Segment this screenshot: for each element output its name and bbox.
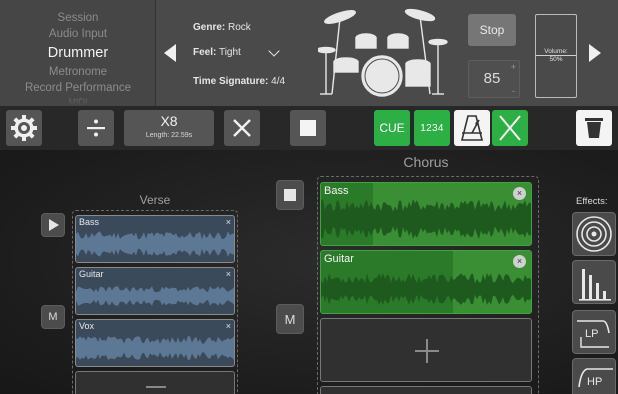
verse-clip-vox-close-icon[interactable]: × (226, 321, 231, 331)
menu-item-metronome[interactable]: Metronome (0, 66, 155, 78)
volume-value: 50% (549, 56, 563, 63)
menu-item-session[interactable]: Session (0, 12, 155, 24)
menu-item-midi[interactable]: MIDI (0, 97, 155, 106)
volume-readout: Volume: 50% (536, 48, 576, 64)
verse-clip-guitar[interactable]: Guitar × (75, 267, 235, 315)
tempo-decrease[interactable]: - (512, 86, 515, 96)
metronome-icon (460, 115, 484, 141)
chorus-add-clip-button[interactable] (320, 318, 532, 382)
highpass-label: HP (587, 376, 603, 388)
chorus-bass-waveform (321, 199, 531, 239)
menu-item-drummer[interactable]: Drummer (0, 45, 155, 61)
multiply-length-button[interactable] (224, 110, 260, 146)
crossfade-icon (499, 115, 521, 141)
source-menu[interactable]: Session Audio Input Drummer Metronome Re… (0, 0, 156, 106)
multiply-icon (233, 119, 251, 137)
lowpass-effect-button[interactable]: LP (572, 310, 616, 354)
genre-value: Rock (228, 22, 251, 33)
trash-icon (585, 118, 603, 138)
top-panel: Session Audio Input Drummer Metronome Re… (0, 0, 618, 106)
loop-multiplier: X8 (160, 113, 178, 129)
stop-square-icon (300, 120, 316, 136)
verse-clip-bass[interactable]: Bass × (75, 215, 235, 263)
menu-item-audio-input[interactable]: Audio Input (0, 28, 155, 40)
verse-clip-guitar-label: Guitar (79, 269, 104, 279)
drum-kit-icon (318, 8, 448, 97)
crossfade-button[interactable] (492, 110, 528, 146)
divide-length-button[interactable] (78, 110, 114, 146)
loop-length-text: Length: 22.59s (145, 132, 193, 139)
chorus-stop-button[interactable] (276, 180, 304, 210)
reverb-effect-button[interactable] (572, 212, 616, 256)
volume-slider[interactable]: Volume: 50% (535, 14, 577, 98)
count-in-label: 1234 (420, 122, 444, 134)
chorus-clip-bass[interactable]: Bass × (320, 182, 532, 246)
chorus-clip-guitar-label: Guitar (324, 253, 354, 265)
feel-value: Tight (218, 47, 241, 58)
divide-icon (87, 119, 105, 137)
metronome-button[interactable] (454, 110, 490, 146)
tempo-value: 85 (483, 70, 501, 87)
time-signature-label: Time Signature: (193, 76, 269, 87)
time-signature-value: 4/4 (271, 76, 286, 87)
stop-square-icon (284, 189, 296, 201)
highpass-effect-button[interactable]: HP (572, 358, 616, 394)
chorus-clip-bass-label: Bass (324, 185, 349, 197)
tempo-increase[interactable]: + (511, 62, 516, 72)
next-arrow-icon[interactable] (589, 44, 601, 62)
count-in-button[interactable]: 1234 (414, 110, 450, 146)
eq-effect-button[interactable] (572, 260, 616, 304)
verse-play-button[interactable] (41, 213, 65, 237)
stop-button[interactable]: Stop (468, 14, 516, 46)
previous-arrow-icon[interactable] (164, 44, 176, 62)
delete-button[interactable] (576, 110, 612, 146)
chorus-clip-guitar-close-icon[interactable]: × (513, 255, 526, 268)
verse-clip-vox-label: Vox (79, 321, 95, 331)
chorus-add-clip-button-2[interactable] (320, 386, 532, 394)
cue-button[interactable]: CUE (374, 110, 410, 146)
settings-button[interactable] (6, 110, 42, 146)
chorus-clip-bass-close-icon[interactable]: × (513, 187, 526, 200)
tempo-stepper[interactable]: 85 + - (468, 60, 520, 98)
workspace: Verse M Bass × Guitar × Vox × Chorus M B… (0, 150, 618, 394)
genre-label: Genre: (193, 22, 226, 33)
loop-length-display: X8 Length: 22.59s (124, 110, 214, 146)
equalizer-icon (579, 269, 611, 301)
chorus-mute-button[interactable]: M (276, 304, 304, 334)
volume-label: Volume: (544, 48, 568, 55)
reverb-icon (576, 216, 612, 252)
bass-waveform (76, 231, 234, 257)
chorus-clip-guitar[interactable]: Guitar × (320, 250, 532, 314)
verse-clip-bass-label: Bass (79, 217, 100, 227)
toolbar: X8 Length: 22.59s CUE 1234 (0, 106, 618, 150)
verse-clip-vox[interactable]: Vox × (75, 319, 235, 367)
gear-icon (11, 115, 37, 141)
verse-clip-bass-close-icon[interactable]: × (226, 217, 231, 227)
stop-all-button[interactable] (290, 110, 326, 146)
verse-clip-guitar-close-icon[interactable]: × (226, 269, 231, 279)
verse-add-clip-button[interactable] (75, 371, 235, 394)
feel-row[interactable]: Feel: Tight (193, 47, 241, 58)
vox-waveform (76, 336, 234, 360)
verse-title: Verse (139, 193, 171, 207)
lowpass-label: LP (585, 328, 599, 340)
genre-row[interactable]: Genre: Rock (193, 22, 251, 33)
verse-mute-button[interactable]: M (41, 305, 65, 329)
time-signature-row[interactable]: Time Signature: 4/4 (193, 76, 285, 87)
plus-icon-v (426, 339, 428, 363)
feel-label: Feel: (193, 47, 217, 58)
play-icon (49, 219, 59, 231)
chevron-down-icon[interactable] (268, 45, 280, 57)
menu-item-record-performance[interactable]: Record Performance (0, 82, 155, 94)
effects-title: Effects: (576, 196, 608, 207)
app-root: Session Audio Input Drummer Metronome Re… (0, 0, 618, 394)
chorus-title: Chorus (403, 154, 449, 170)
plus-icon (146, 386, 166, 388)
